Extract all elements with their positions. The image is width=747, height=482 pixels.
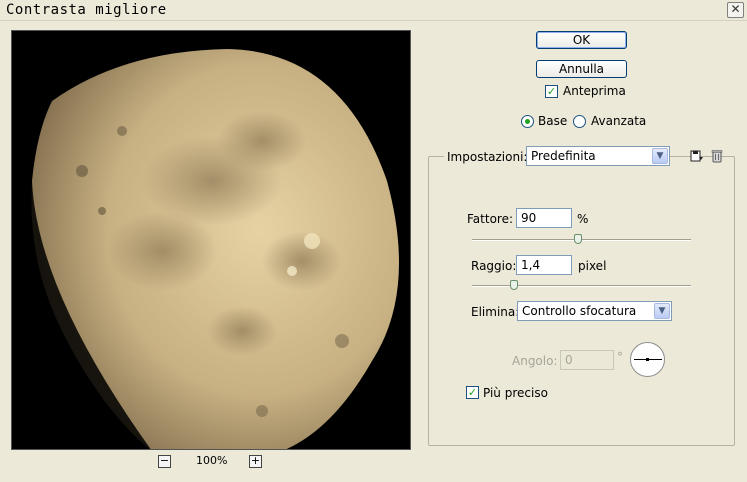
radius-unit: pixel (578, 259, 607, 273)
amount-slider-handle[interactable] (574, 234, 582, 244)
radio-base-label: Base (538, 114, 568, 128)
moon-image (12, 31, 410, 449)
radio-selected-dot (525, 119, 530, 124)
title-bar[interactable]: Contrasta migliore ✕ (0, 0, 747, 21)
plus-icon: + (250, 454, 261, 467)
zoom-controls: − 100% + (158, 454, 268, 470)
preview-image[interactable] (11, 30, 411, 450)
preview-label: Anteprima (563, 84, 626, 98)
settings-dropdown[interactable]: Predefinita ▼ (526, 146, 670, 166)
zoom-level: 100% (196, 454, 228, 467)
angle-input[interactable]: 0 (560, 350, 614, 370)
checkmark-icon: ✓ (546, 85, 557, 98)
radio-advanced-label: Avanzata (591, 114, 647, 128)
radius-slider-handle[interactable] (510, 280, 518, 290)
close-button[interactable]: ✕ (727, 2, 744, 18)
remove-value: Controllo sfocatura (522, 304, 637, 318)
ok-button[interactable]: OK (536, 31, 627, 49)
zoom-in-button[interactable]: + (249, 455, 262, 468)
amount-unit: % (577, 212, 589, 226)
checkmark-icon: ✓ (467, 386, 478, 399)
angle-unit: ° (617, 350, 623, 364)
preview-checkbox[interactable]: ✓ (545, 85, 558, 98)
window-title: Contrasta migliore (6, 2, 167, 18)
save-settings-icon[interactable] (690, 149, 704, 163)
angle-dial[interactable] (630, 342, 665, 377)
remove-label: Elimina: (471, 305, 520, 319)
minus-icon: − (159, 454, 170, 467)
trash-icon[interactable] (710, 149, 724, 163)
settings-label: Impostazioni: (444, 150, 531, 164)
radius-slider-track[interactable] (472, 285, 691, 287)
more-accurate-label: Più preciso (483, 386, 548, 400)
close-icon: ✕ (730, 2, 741, 16)
radius-label: Raggio: (471, 259, 517, 273)
angle-label: Angolo: (512, 354, 558, 368)
settings-value: Predefinita (531, 149, 596, 163)
radius-input[interactable]: 1,4 (516, 255, 572, 275)
radio-advanced[interactable] (573, 115, 586, 128)
cancel-button[interactable]: Annulla (536, 60, 627, 78)
unsharp-dialog: Contrasta migliore ✕ − 100% + OK Annulla… (0, 0, 747, 482)
radio-base[interactable] (521, 115, 534, 128)
angle-center-dot (646, 358, 649, 361)
amount-input[interactable]: 90 (516, 208, 572, 228)
remove-dropdown[interactable]: Controllo sfocatura ▼ (517, 301, 672, 321)
chevron-down-icon: ▼ (654, 303, 670, 319)
zoom-out-button[interactable]: − (158, 455, 171, 468)
more-accurate-checkbox[interactable]: ✓ (466, 386, 479, 399)
chevron-down-icon: ▼ (652, 148, 668, 164)
amount-label: Fattore: (467, 212, 514, 226)
